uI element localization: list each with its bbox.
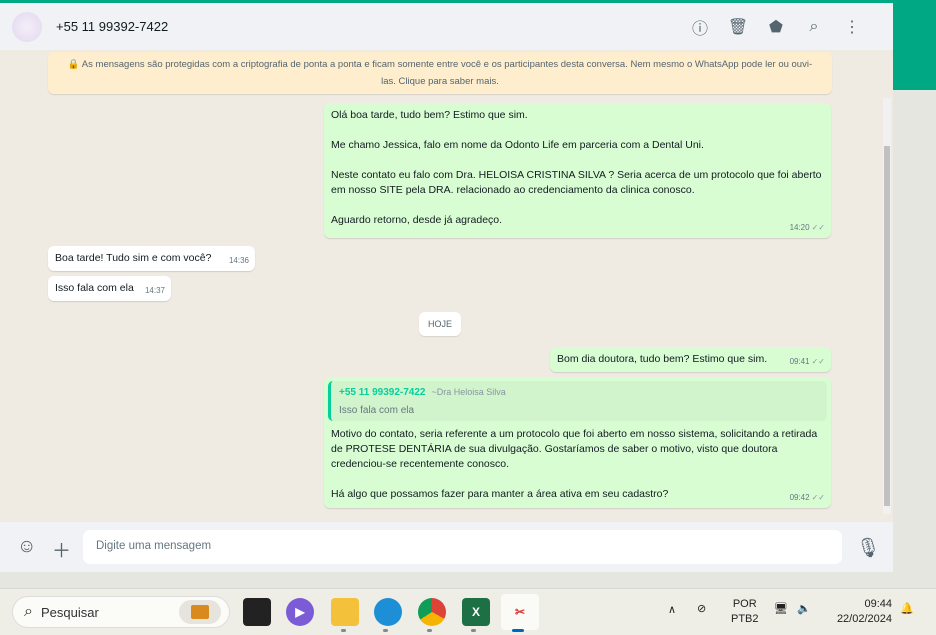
info-icon[interactable]: ⓘ bbox=[681, 15, 719, 39]
running-indicator bbox=[383, 629, 388, 632]
message-text: Isso fala com ela bbox=[55, 282, 134, 294]
message-incoming: Isso fala com ela 14:37 bbox=[48, 276, 171, 301]
message-line: Motivo do contato, seria referente a um … bbox=[331, 428, 818, 470]
message-line: Olá boa tarde, tudo bem? Estimo que sim. bbox=[331, 109, 528, 121]
running-indicator bbox=[341, 629, 346, 632]
briefcase-icon bbox=[179, 600, 221, 624]
trash-icon[interactable]: 🗑 bbox=[719, 15, 757, 39]
quoted-text: Isso fala com ela bbox=[339, 405, 415, 416]
encryption-notice[interactable]: 🔒 As mensagens são protegidas com a crip… bbox=[48, 52, 832, 94]
contact-name[interactable]: +55 11 99392-7422 bbox=[56, 19, 168, 34]
file-explorer-icon[interactable] bbox=[331, 598, 359, 626]
message-line: Neste contato eu falo com Dra. HELOISA C… bbox=[331, 169, 822, 196]
chat-header: +55 11 99392-7422 ⓘ 🗑 ⬟ ⌕ ⋮ bbox=[0, 3, 893, 50]
attach-plus-icon[interactable]: ＋ bbox=[52, 536, 71, 563]
message-text: Bom dia doutora, tudo bem? Estimo que si… bbox=[557, 353, 768, 365]
keyboard-layout: PTB2 bbox=[731, 613, 759, 625]
taskview-icon[interactable] bbox=[243, 598, 271, 626]
edge-icon[interactable] bbox=[374, 598, 402, 626]
message-text: Boa tarde! Tudo sim e com você? bbox=[55, 252, 212, 264]
scrollbar[interactable] bbox=[883, 98, 891, 514]
message-line: Aguardo retorno, desde já agradeço. bbox=[331, 214, 503, 226]
message-list: 🔒 As mensagens são protegidas com a crip… bbox=[0, 50, 893, 522]
menu-icon[interactable]: ⋮ bbox=[833, 15, 871, 39]
taskbar: ⌕ Pesquisar ▶ X ✂ ∧ ⊘ POR PTB2 🖥 🔈 09:44 22… bbox=[0, 588, 936, 635]
label-icon[interactable]: ⬟ bbox=[757, 15, 795, 39]
taskbar-search[interactable]: ⌕ Pesquisar bbox=[12, 596, 230, 628]
meet-icon[interactable]: ▶ bbox=[286, 598, 314, 626]
network-icon[interactable]: 🖥 bbox=[774, 602, 788, 617]
language-code: POR bbox=[732, 598, 757, 610]
notification-bell-icon[interactable]: 🔔 bbox=[900, 602, 914, 617]
running-indicator bbox=[427, 629, 432, 632]
clock-date: 22/02/2024 bbox=[836, 613, 892, 625]
message-outgoing: Olá boa tarde, tudo bem? Estimo que sim.… bbox=[324, 103, 831, 238]
message-line: Me chamo Jessica, falo em nome da Odonto… bbox=[331, 139, 704, 151]
cloud-off-icon[interactable]: ⊘ bbox=[697, 602, 706, 617]
emoji-icon[interactable]: ☺ bbox=[17, 536, 36, 558]
message-outgoing-reply: +55 11 99392-7422 ~Dra Heloisa Silva Isso… bbox=[324, 377, 831, 508]
whatsapp-window: +55 11 99392-7422 ⓘ 🗑 ⬟ ⌕ ⋮ 🔒 As mensage… bbox=[0, 3, 893, 572]
message-time: 14:36 bbox=[228, 256, 249, 265]
chevron-up-icon[interactable]: ∧ bbox=[668, 603, 676, 618]
composer: ☺ ＋ Digite uma mensagem 🎙 bbox=[0, 522, 893, 572]
microphone-icon[interactable]: 🎙 bbox=[856, 536, 880, 560]
quoted-alias: ~Dra Heloisa Silva bbox=[431, 387, 506, 397]
quoted-message[interactable]: +55 11 99392-7422 ~Dra Heloisa Silva Isso… bbox=[328, 381, 827, 421]
snipping-tool-icon[interactable]: ✂ bbox=[501, 594, 539, 630]
message-incoming: Boa tarde! Tudo sim e com você? 14:36 bbox=[48, 246, 255, 271]
avatar[interactable] bbox=[12, 11, 42, 42]
search-label: Pesquisar bbox=[40, 604, 99, 620]
message-time: 14:20 ✓✓ bbox=[789, 223, 825, 232]
clock[interactable]: 09:44 22/02/2024 bbox=[830, 597, 892, 627]
scrollbar-thumb[interactable] bbox=[884, 146, 890, 506]
message-line: Há algo que possamos fazer para manter a… bbox=[331, 488, 669, 500]
search-icon: ⌕ bbox=[24, 603, 33, 620]
background-accent bbox=[893, 0, 936, 90]
quoted-sender: +55 11 99392-7422 bbox=[339, 387, 426, 398]
message-time: 09:42 ✓✓ bbox=[789, 493, 825, 502]
running-indicator bbox=[471, 629, 476, 632]
message-input[interactable]: Digite uma mensagem bbox=[83, 530, 842, 564]
day-divider: HOJE bbox=[419, 312, 461, 336]
message-time: 09:41 ✓✓ bbox=[789, 357, 825, 366]
clock-time: 09:44 bbox=[864, 598, 892, 610]
excel-icon[interactable]: X bbox=[462, 598, 490, 626]
search-icon[interactable]: ⌕ bbox=[795, 15, 833, 39]
active-indicator bbox=[512, 629, 524, 632]
message-time: 14:37 bbox=[144, 286, 165, 295]
language-indicator[interactable]: POR PTB2 bbox=[731, 597, 759, 627]
message-outgoing: Bom dia doutora, tudo bem? Estimo que si… bbox=[550, 347, 831, 372]
chrome-icon[interactable] bbox=[418, 598, 446, 626]
volume-icon[interactable]: 🔈 bbox=[797, 602, 811, 617]
